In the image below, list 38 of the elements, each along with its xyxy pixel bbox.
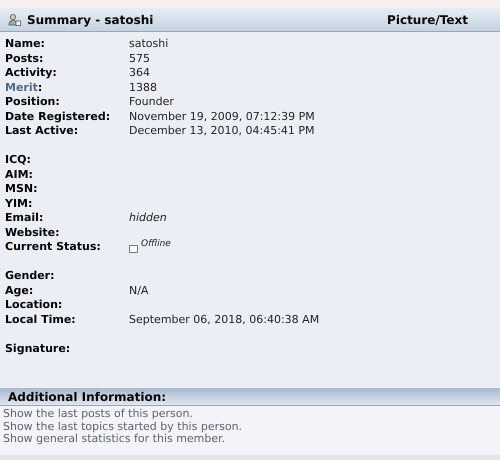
field-value: December 13, 2010, 04:45:41 PM [129,124,315,138]
field-value: 364 [129,66,150,80]
field-value: N/A [129,284,148,298]
status-text: Offline [141,238,171,252]
info-link[interactable]: Show the last posts of this person. [3,408,497,420]
field-label: Activity: [5,66,57,79]
field-value: satoshi [129,37,168,52]
field-label: Signature: [5,342,70,354]
summary-title: Summary - satoshi [27,12,154,28]
additional-title: Additional Information: [8,388,166,406]
field-label: Name: [5,37,45,50]
field-label: Location: [5,298,62,311]
info-link[interactable]: Show the last topics started by this person. [3,420,497,433]
info-link[interactable]: Show general statistics for this member. [3,433,497,446]
field-label: ICQ: [5,153,31,166]
field-label: MSN: [5,182,38,195]
field-label: Last Active: [5,124,78,137]
field-value: Founder [129,95,174,110]
field-value: September 06, 2018, 06:40:38 AM [129,312,320,327]
field-label: Local Time: [5,312,76,326]
field-value: 575 [129,52,150,66]
field-label: AIM: [5,168,33,180]
field-label: Age: [5,284,34,296]
field-label: Date Registered: [5,110,110,122]
user-icon [8,13,21,26]
field-label: Position: [5,95,60,108]
merit-link[interactable]: Merit [5,80,38,95]
picture-text-link[interactable]: Picture/Text [387,10,468,28]
field-label: Gender: [5,269,54,282]
field-label: Current Status: [5,240,101,253]
field-label: Email: [5,211,44,224]
field-value: 1388 [129,80,157,95]
field-label: Website: [5,226,60,238]
field-value: November 19, 2009, 07:12:39 PM [129,110,315,124]
field-label: YIM: [5,196,32,210]
field-label: Posts: [5,52,44,64]
field-value: hidden [129,211,167,226]
colon: : [38,80,42,95]
